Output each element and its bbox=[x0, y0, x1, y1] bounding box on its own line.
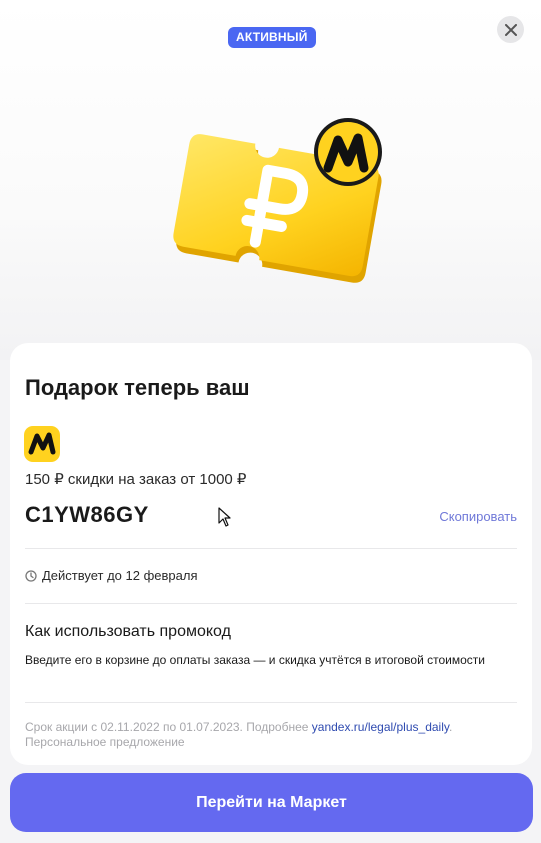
offer-description: 150 ₽ скидки на заказ от 1000 ₽ bbox=[25, 471, 247, 488]
close-button[interactable] bbox=[497, 16, 524, 43]
howto-text: Введите его в корзине до оплаты заказа —… bbox=[25, 653, 485, 667]
howto-title: Как использовать промокод bbox=[25, 623, 231, 640]
promo-card: Подарок теперь ваш 150 ₽ скидки на заказ… bbox=[10, 343, 532, 765]
validity-text: Действует до 12 февраля bbox=[42, 568, 198, 583]
terms-personal: Персональное предложение bbox=[25, 735, 185, 749]
terms-link[interactable]: yandex.ru/legal/plus_daily bbox=[312, 720, 449, 734]
promo-code: C1YW86GY bbox=[25, 502, 149, 527]
divider bbox=[25, 702, 517, 703]
hero-section: АКТИВНЫЙ bbox=[0, 0, 541, 360]
gift-ticket-illustration bbox=[173, 118, 382, 283]
copy-button[interactable]: Скопировать bbox=[439, 509, 517, 524]
divider bbox=[25, 603, 517, 604]
terms-prefix: Срок акции с 02.11.2022 по 01.07.2023. П… bbox=[25, 720, 312, 734]
divider bbox=[25, 548, 517, 549]
go-to-market-button[interactable]: Перейти на Маркет bbox=[10, 773, 533, 832]
close-icon bbox=[504, 23, 517, 36]
terms-text: Срок акции с 02.11.2022 по 01.07.2023. П… bbox=[25, 720, 515, 750]
clock-icon bbox=[25, 569, 37, 582]
terms-suffix: . bbox=[448, 720, 453, 734]
validity-row: Действует до 12 февраля bbox=[25, 568, 198, 583]
status-badge: АКТИВНЫЙ bbox=[228, 27, 316, 48]
card-title: Подарок теперь ваш bbox=[25, 375, 250, 400]
market-logo-icon bbox=[24, 426, 60, 462]
mouse-cursor-icon bbox=[218, 507, 231, 527]
